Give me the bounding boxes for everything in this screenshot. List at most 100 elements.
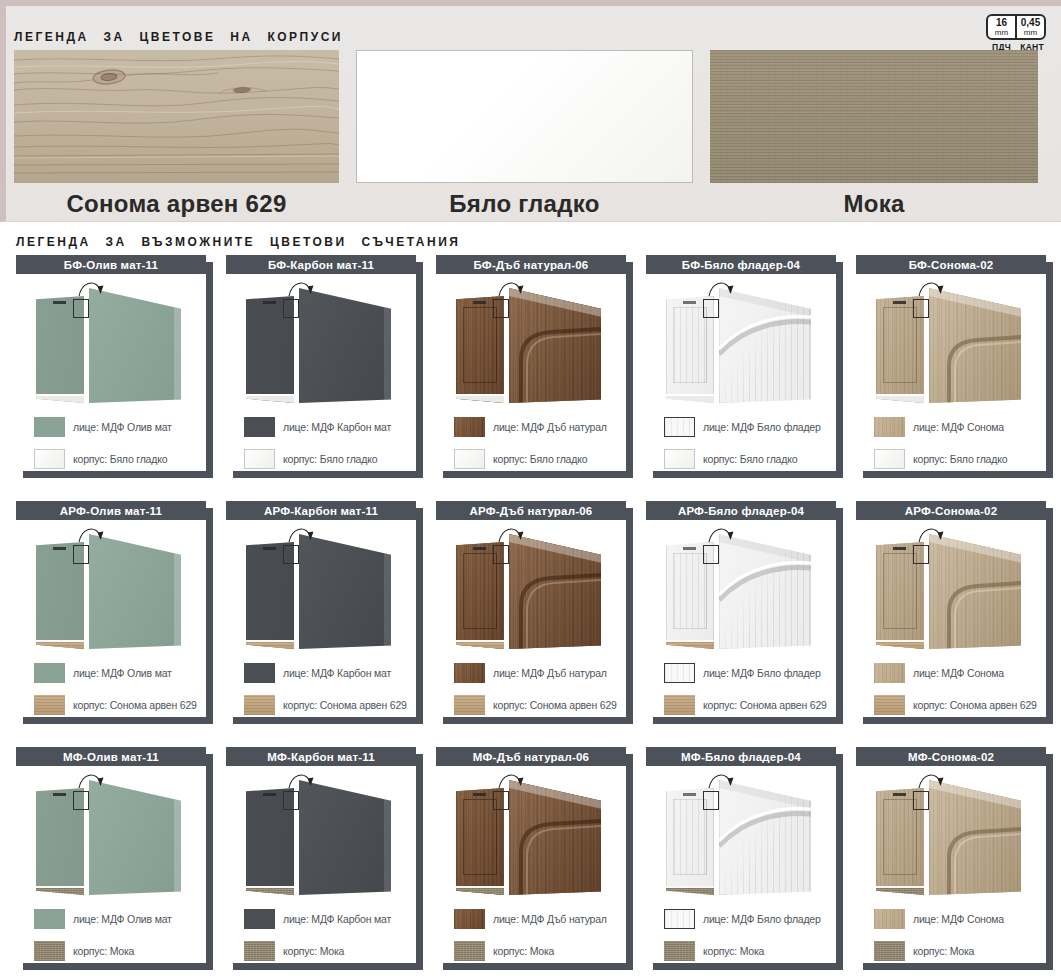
combo-card-title: БФ-Дъб натурал-06 <box>474 259 589 271</box>
door-illustration <box>646 766 836 906</box>
corpus-label: корпус: Мока <box>493 945 554 957</box>
door-plinth <box>36 394 84 403</box>
face-color-swatch <box>454 663 485 683</box>
curved-arrow-icon <box>16 274 206 334</box>
combo-card-header: МФ-Олив мат-11 <box>16 747 206 766</box>
face-color-swatch <box>454 909 485 929</box>
face-legend-row: лице: МДФ Сонома <box>874 909 1004 929</box>
face-label: лице: МДФ Сонома <box>913 913 1004 925</box>
face-label: лице: МДФ Дъб натурал <box>493 421 607 433</box>
door-illustration <box>226 766 416 906</box>
corpus-label: корпус: Сонома арвен 629 <box>703 699 827 711</box>
door-illustration <box>16 520 206 660</box>
face-legend-row: лице: МДФ Карбон мат <box>244 909 391 929</box>
corpus-label: корпус: Мока <box>703 945 764 957</box>
combos-title: ЛЕГЕНДА ЗА ВЪЗМОЖНИТЕ ЦВЕТОВИ СЪЧЕТАНИЯ <box>16 235 1061 249</box>
combo-card-body: лице: МДФ Карбон мат корпус: Бяло гладко <box>226 274 416 471</box>
combo-card-title: АРФ-Сонома-02 <box>905 505 998 517</box>
corpus-legend-row: корпус: Бяло гладко <box>664 449 797 469</box>
face-legend-row: лице: МДФ Бяло фладер <box>664 417 821 437</box>
combo-card-header: МФ-Бяло фладер-04 <box>646 747 836 766</box>
face-label: лице: МДФ Бяло фладер <box>703 913 821 925</box>
door-illustration <box>16 274 206 414</box>
curved-arrow-icon <box>646 520 836 580</box>
pdch-thickness: 16 mm <box>988 16 1015 38</box>
corpus-color-swatch <box>244 695 275 715</box>
combo-card-header: БФ-Олив мат-11 <box>16 255 206 274</box>
combo-card-header: БФ-Бяло фладер-04 <box>646 255 836 274</box>
door-illustration <box>646 520 836 660</box>
curved-arrow-icon <box>646 274 836 334</box>
corpus-legend-row: корпус: Сонома арвен 629 <box>454 695 617 715</box>
combo-card-title: МФ-Карбон мат-11 <box>267 751 375 763</box>
curved-arrow-icon <box>856 274 1046 334</box>
corpus-label: корпус: Сонома арвен 629 <box>913 699 1037 711</box>
door-plinth <box>666 394 714 403</box>
curved-arrow-icon <box>436 766 626 826</box>
face-legend-row: лице: МДФ Бяло фладер <box>664 663 821 683</box>
face-legend-row: лице: МДФ Олив мат <box>34 909 172 929</box>
swatch-sonoma-arven-629 <box>14 50 339 183</box>
combo-card: БФ-Олив мат-11 <box>16 255 206 471</box>
combo-card-header: МФ-Сонома-02 <box>856 747 1046 766</box>
combo-card-title: МФ-Сонома-02 <box>908 751 994 763</box>
corpus-label: корпус: Мока <box>73 945 134 957</box>
door-illustration <box>856 274 1046 414</box>
face-color-swatch <box>874 417 905 437</box>
combo-card-body: лице: МДФ Сонома корпус: Сонома арвен 62… <box>856 520 1046 717</box>
face-label: лице: МДФ Олив мат <box>73 667 172 679</box>
corpus-legend-row: корпус: Мока <box>244 941 344 961</box>
corpus-label: корпус: Бяло гладко <box>493 453 587 465</box>
combo-card-header: МФ-Дъб натурал-06 <box>436 747 626 766</box>
curved-arrow-icon <box>856 766 1046 826</box>
combo-cards-grid: БФ-Олив мат-11 <box>16 255 1061 963</box>
combo-card-body: лице: МДФ Олив мат корпус: Мока <box>16 766 206 963</box>
corpus-color-swatch <box>34 695 65 715</box>
corpus-color-swatch <box>34 449 65 469</box>
corpus-label: корпус: Бяло гладко <box>73 453 167 465</box>
curved-arrow-icon <box>646 766 836 826</box>
door-plinth <box>876 886 924 895</box>
combo-card-body: лице: МДФ Дъб натурал корпус: Мока <box>436 766 626 963</box>
combo-card-title: АРФ-Олив мат-11 <box>60 505 162 517</box>
combo-card: МФ-Карбон мат-11 <box>226 747 416 963</box>
curved-arrow-icon <box>856 520 1046 580</box>
combo-card-header: БФ-Сонома-02 <box>856 255 1046 274</box>
corpus-label: корпус: Бяло гладко <box>913 453 1007 465</box>
face-legend-row: лице: МДФ Дъб натурал <box>454 909 607 929</box>
door-plinth <box>456 886 504 895</box>
combo-card-title: АРФ-Дъб натурал-06 <box>470 505 593 517</box>
face-color-swatch <box>664 909 695 929</box>
face-label: лице: МДФ Дъб натурал <box>493 667 607 679</box>
swatch-label-sonoma: Сонома арвен 629 <box>14 190 339 218</box>
curved-arrow-icon <box>16 520 206 580</box>
face-label: лице: МДФ Карбон мат <box>283 667 391 679</box>
corpus-color-swatch <box>874 449 905 469</box>
swatch-moka <box>710 50 1038 183</box>
door-illustration <box>856 520 1046 660</box>
door-illustration <box>226 274 416 414</box>
corpus-color-swatch <box>664 941 695 961</box>
corpus-label: корпус: Бяло гладко <box>703 453 797 465</box>
door-illustration <box>436 274 626 414</box>
combo-card: АРФ-Дъб натурал-06 <box>436 501 626 717</box>
curved-arrow-icon <box>226 274 416 334</box>
swatch-label-moka: Мока <box>710 190 1038 218</box>
swatch-bialo-gladko <box>356 50 693 183</box>
combo-card-body: лице: МДФ Сонома корпус: Бяло гладко <box>856 274 1046 471</box>
face-legend-row: лице: МДФ Бяло фладер <box>664 909 821 929</box>
face-legend-row: лице: МДФ Карбон мат <box>244 663 391 683</box>
corpus-color-swatch <box>874 695 905 715</box>
corpus-color-swatch <box>244 449 275 469</box>
door-plinth <box>246 886 294 895</box>
curved-arrow-icon <box>226 766 416 826</box>
combo-card-body: лице: МДФ Олив мат корпус: Бяло гладко <box>16 274 206 471</box>
corpus-label: корпус: Мока <box>283 945 344 957</box>
corpus-legend-row: корпус: Сонома арвен 629 <box>244 695 407 715</box>
corpus-swatches <box>14 50 1061 183</box>
corpus-legend-row: корпус: Мока <box>874 941 974 961</box>
combo-card-header: БФ-Дъб натурал-06 <box>436 255 626 274</box>
combo-card-body: лице: МДФ Бяло фладер корпус: Бяло гладк… <box>646 274 836 471</box>
door-illustration <box>436 520 626 660</box>
door-illustration <box>226 520 416 660</box>
